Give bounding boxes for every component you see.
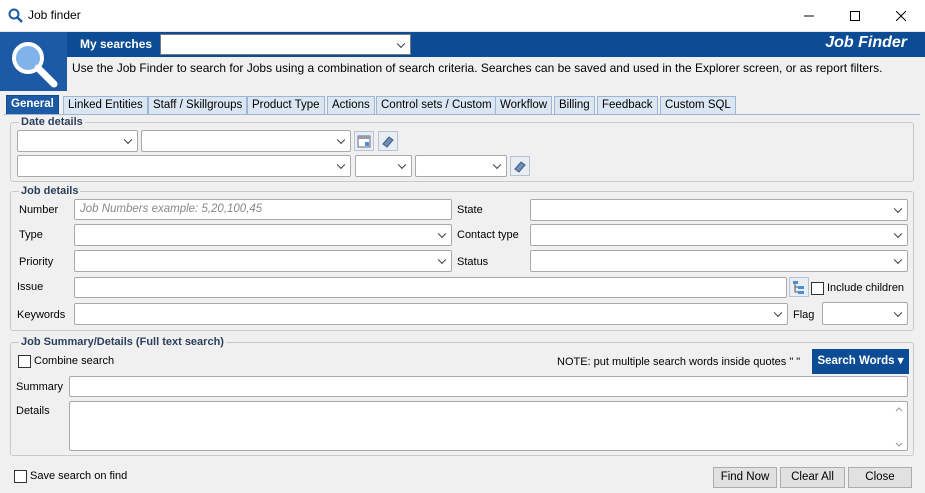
date-operator-select[interactable]	[355, 155, 412, 177]
flag-label: Flag	[793, 309, 815, 321]
title-bar: Job finder	[0, 0, 925, 32]
include-children-label: Include children	[827, 282, 905, 294]
keywords-select[interactable]	[74, 303, 788, 325]
close-button[interactable]: Close	[848, 467, 912, 488]
flag-select[interactable]	[822, 302, 908, 325]
summary-input[interactable]	[69, 376, 908, 397]
fulltext-title: Job Summary/Details (Full text search)	[19, 336, 226, 348]
include-children-checkbox[interactable]	[811, 282, 824, 295]
tab-product-type[interactable]: Product Type	[247, 96, 325, 114]
tab-linked-entities[interactable]: Linked Entities	[63, 96, 148, 114]
priority-label: Priority	[19, 256, 54, 268]
combine-search-label: Combine search	[34, 355, 115, 367]
scroll-arrows-icon	[895, 407, 903, 447]
state-select[interactable]	[530, 199, 908, 221]
number-input[interactable]: Job Numbers example: 5,20,100,45	[74, 199, 452, 220]
state-label: State	[457, 204, 483, 216]
details-scrollbar[interactable]	[892, 403, 906, 449]
save-search-checkbox[interactable]	[14, 470, 27, 483]
tab-feedback[interactable]: Feedback	[597, 96, 658, 114]
status-label: Status	[457, 256, 489, 268]
tab-workflow[interactable]: Workflow	[495, 96, 553, 114]
issue-input[interactable]	[74, 277, 787, 298]
my-searches-select[interactable]	[160, 34, 411, 55]
date-field-select[interactable]	[17, 130, 138, 152]
search-icon	[8, 8, 23, 26]
number-label: Number	[19, 204, 59, 216]
issue-tree-button[interactable]	[789, 277, 809, 297]
calendar-button[interactable]	[354, 131, 374, 151]
search-words-label: Search Words	[817, 355, 895, 367]
contact-type-label: Contact type	[457, 229, 519, 241]
date-range-select[interactable]	[141, 130, 351, 152]
my-searches-label: My searches	[80, 37, 153, 51]
tab-billing[interactable]: Billing	[554, 96, 595, 114]
eraser-icon	[382, 136, 394, 148]
date-details-title: Date details	[19, 116, 85, 128]
save-search-label: Save search on find	[30, 470, 128, 482]
caret-down-icon: ▾	[897, 355, 904, 367]
maximize-button[interactable]	[832, 0, 878, 31]
eraser-icon	[514, 161, 526, 173]
tab-custom-sql[interactable]: Custom SQL	[660, 96, 736, 114]
priority-select[interactable]	[74, 250, 452, 272]
brand-title: Job Finder	[825, 34, 907, 51]
tab-actions[interactable]: Actions	[327, 96, 375, 114]
keywords-label: Keywords	[17, 309, 66, 321]
type-select[interactable]	[74, 224, 452, 246]
window-title: Job finder	[28, 8, 81, 22]
close-window-button[interactable]	[878, 0, 924, 31]
minimize-button[interactable]	[786, 0, 832, 31]
tab-underline	[4, 114, 920, 115]
search-words-button[interactable]: Search Words ▾	[812, 349, 909, 374]
tab-control-sets[interactable]: Control sets / Custom	[376, 96, 497, 114]
issue-label: Issue	[17, 281, 44, 293]
clear-date-2-button[interactable]	[510, 156, 530, 176]
tab-staff-skillgroups[interactable]: Staff / Skillgroups	[148, 96, 248, 114]
clear-date-button[interactable]	[378, 131, 398, 151]
date-field-2-select[interactable]	[17, 155, 351, 177]
magnifier-icon	[12, 42, 58, 88]
tree-icon	[793, 281, 804, 294]
contact-type-select[interactable]	[530, 224, 908, 246]
status-select[interactable]	[530, 250, 908, 272]
combine-search-checkbox[interactable]	[18, 355, 31, 368]
clear-all-button[interactable]: Clear All	[780, 467, 845, 488]
job-details-title: Job details	[19, 185, 81, 197]
summary-label: Summary	[16, 381, 64, 393]
quotes-note: NOTE: put multiple search words inside q…	[557, 356, 801, 368]
details-label: Details	[16, 405, 50, 417]
job-finder-logo	[0, 32, 67, 91]
date-value-select[interactable]	[415, 155, 507, 177]
calendar-icon	[357, 135, 371, 148]
find-now-button[interactable]: Find Now	[713, 467, 777, 488]
type-label: Type	[19, 229, 43, 241]
details-textarea[interactable]	[69, 401, 908, 451]
tab-general[interactable]: General	[6, 95, 59, 115]
number-placeholder: Job Numbers example: 5,20,100,45	[80, 203, 263, 215]
header-description: Use the Job Finder to search for Jobs us…	[72, 61, 883, 75]
